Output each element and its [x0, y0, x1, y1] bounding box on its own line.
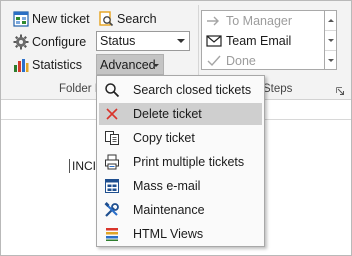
advanced-label: Advanced — [100, 58, 156, 72]
statistics-button[interactable]: Statistics — [13, 55, 82, 75]
quick-step-label: Team Email — [226, 34, 292, 48]
quick-step-team-email[interactable]: Team Email — [206, 32, 291, 50]
search-button[interactable]: Search — [98, 9, 157, 29]
new-ticket-label: New ticket — [32, 12, 90, 26]
menu-item-html-views[interactable]: HTML Views — [99, 223, 262, 245]
mass-email-icon — [104, 178, 120, 194]
scroll-up-button[interactable] — [325, 11, 336, 31]
menu-item-label: HTML Views — [133, 227, 204, 241]
quick-step-to-manager[interactable]: To Manager — [206, 12, 292, 30]
chevron-down-icon — [177, 39, 185, 43]
app-window: New ticket Search Configure Statistics S… — [0, 0, 352, 256]
gear-icon — [13, 34, 29, 50]
checkmark-icon — [206, 54, 222, 68]
menu-item-label: Maintenance — [133, 203, 205, 217]
folder-group-label: Folder I — [59, 83, 98, 95]
tools-icon — [104, 202, 120, 218]
status-select[interactable]: Status — [96, 31, 190, 51]
steps-group-label: Steps — [263, 83, 293, 95]
chevron-up-icon — [328, 19, 334, 22]
menu-item-label: Mass e-mail — [133, 179, 201, 193]
gallery-more-button[interactable] — [325, 51, 336, 70]
menu-item-mass-email[interactable]: Mass e-mail — [99, 175, 262, 197]
advanced-dropdown-button[interactable]: Advanced — [96, 54, 164, 75]
configure-label: Configure — [32, 35, 87, 49]
statistics-label: Statistics — [32, 58, 83, 72]
new-ticket-icon — [13, 11, 29, 27]
chevron-down-icon — [153, 64, 159, 67]
menu-item-maintenance[interactable]: Maintenance — [99, 199, 262, 221]
new-ticket-button[interactable]: New ticket — [13, 9, 90, 29]
dialog-launcher-icon — [336, 87, 344, 95]
menu-item-label: Delete ticket — [133, 107, 202, 121]
forward-arrow-icon — [206, 14, 222, 28]
magnifier-icon — [104, 82, 120, 98]
more-dropdown-icon — [328, 59, 334, 62]
quick-step-label: To Manager — [226, 14, 293, 28]
quick-step-label: Done — [226, 54, 256, 68]
bar-chart-icon — [13, 57, 29, 73]
menu-item-label: Copy ticket — [133, 131, 195, 145]
quick-steps-gallery[interactable]: To Manager Team Email Done — [201, 10, 325, 70]
column-header-incident[interactable]: INCI — [69, 159, 96, 173]
menu-item-search-closed-tickets[interactable]: Search closed tickets — [99, 79, 262, 101]
quick-step-done[interactable]: Done — [206, 52, 256, 70]
chevron-down-icon — [328, 39, 334, 42]
scroll-down-button[interactable] — [325, 31, 336, 51]
copy-icon — [104, 130, 120, 146]
advanced-menu: Search closed tickets Delete ticket Copy… — [96, 75, 265, 247]
menu-item-print-multiple-tickets[interactable]: Print multiple tickets — [99, 151, 262, 173]
search-label: Search — [117, 12, 157, 26]
delete-x-icon — [104, 106, 120, 122]
configure-button[interactable]: Configure — [13, 32, 86, 52]
quick-steps-scrollbar[interactable] — [324, 10, 337, 70]
status-select-value: Status — [100, 34, 136, 48]
menu-item-label: Print multiple tickets — [133, 155, 245, 169]
menu-item-delete-ticket[interactable]: Delete ticket — [99, 103, 262, 125]
menu-item-copy-ticket[interactable]: Copy ticket — [99, 127, 262, 149]
menu-item-label: Search closed tickets — [133, 83, 252, 97]
printer-icon — [104, 154, 120, 170]
envelope-icon — [206, 34, 222, 48]
search-icon — [98, 11, 114, 27]
dialog-launcher-button[interactable] — [336, 87, 344, 95]
html-views-icon — [104, 226, 120, 242]
